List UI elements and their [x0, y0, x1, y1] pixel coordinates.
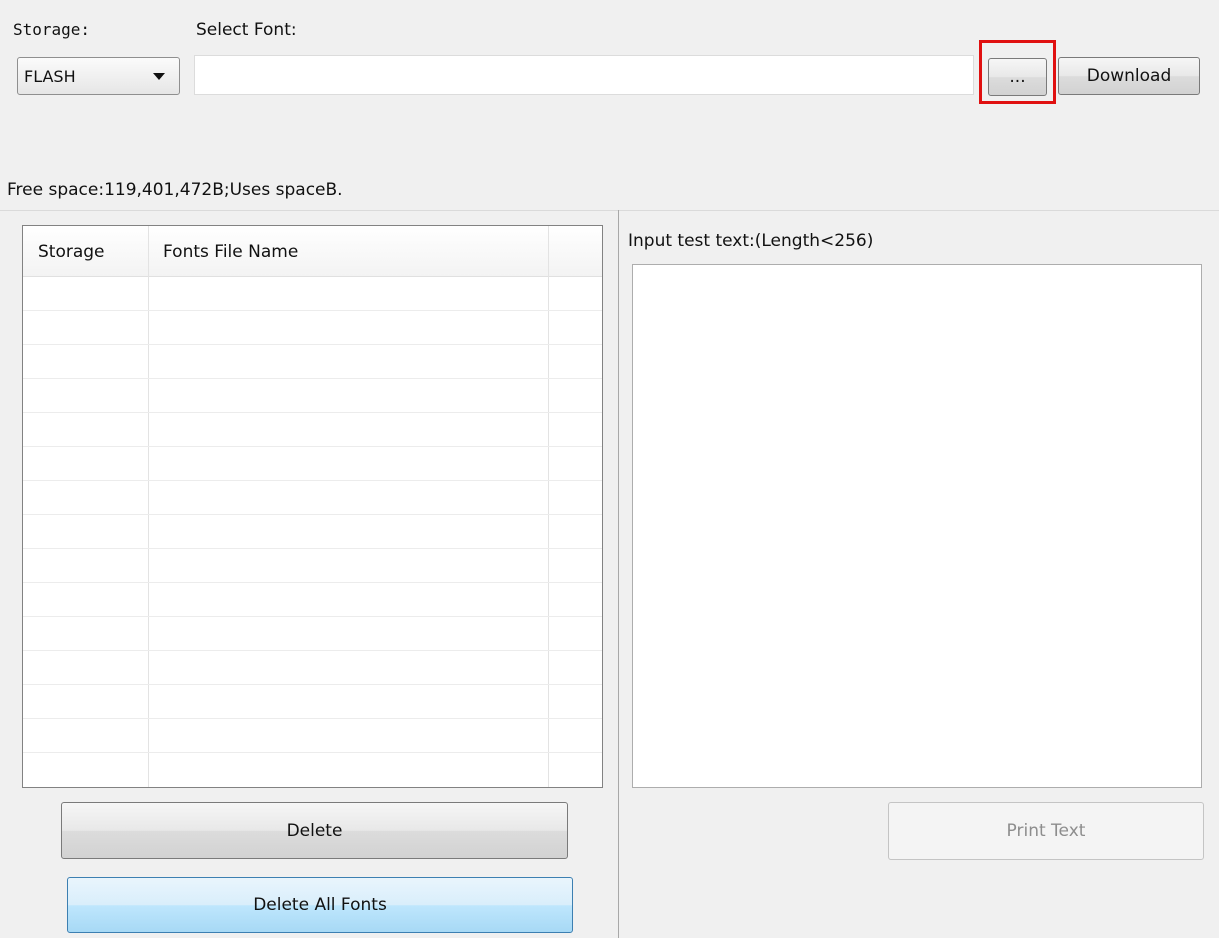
- divider-vertical: [618, 210, 619, 938]
- table-row: [23, 616, 602, 617]
- select-font-label: Select Font:: [196, 20, 297, 40]
- table-header: Storage Fonts File Name: [23, 226, 602, 277]
- test-text-label: Input test text:(Length<256): [628, 231, 874, 251]
- dropdown-arrow-icon: [153, 73, 165, 80]
- free-space-status: Free space:119,401,472B;Uses spaceB.: [7, 180, 343, 200]
- highlight-box: [979, 40, 1056, 104]
- font-path-input[interactable]: [194, 55, 974, 95]
- table-row: [23, 310, 602, 311]
- delete-all-fonts-button[interactable]: Delete All Fonts: [67, 877, 573, 933]
- divider-horizontal: [0, 210, 1219, 211]
- fonts-table[interactable]: Storage Fonts File Name: [22, 225, 603, 788]
- table-row: [23, 684, 602, 685]
- column-header-extra[interactable]: [548, 226, 602, 277]
- table-row: [23, 378, 602, 379]
- print-text-button[interactable]: Print Text: [888, 802, 1204, 860]
- delete-button[interactable]: Delete: [61, 802, 568, 859]
- table-row: [23, 480, 602, 481]
- storage-dropdown[interactable]: FLASH: [17, 57, 180, 95]
- table-row: [23, 548, 602, 549]
- table-row: [23, 446, 602, 447]
- table-row: [23, 514, 602, 515]
- storage-selected-value: FLASH: [24, 66, 76, 86]
- test-text-area[interactable]: [632, 264, 1202, 788]
- column-header-fonts-file-name[interactable]: Fonts File Name: [148, 226, 548, 277]
- column-header-storage[interactable]: Storage: [23, 226, 148, 277]
- table-row: [23, 344, 602, 345]
- download-button[interactable]: Download: [1058, 57, 1200, 95]
- table-row: [23, 582, 602, 583]
- storage-label: Storage:: [13, 20, 91, 39]
- table-row: [23, 752, 602, 753]
- table-row: [23, 412, 602, 413]
- table-row: [23, 718, 602, 719]
- table-row: [23, 650, 602, 651]
